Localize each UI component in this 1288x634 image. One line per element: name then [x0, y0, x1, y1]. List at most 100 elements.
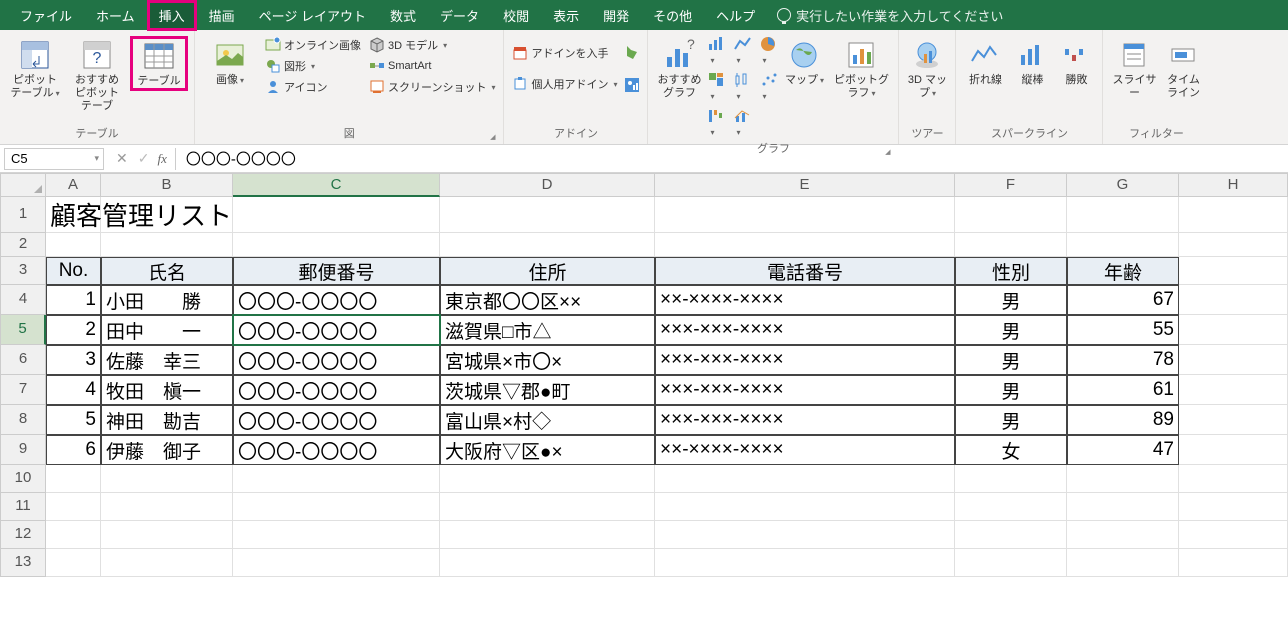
- slicer-button[interactable]: スライサー: [1109, 36, 1159, 102]
- cell[interactable]: 滋賀県□市△: [440, 315, 655, 345]
- cell[interactable]: 男: [955, 285, 1067, 315]
- table-button[interactable]: テーブル: [130, 36, 188, 91]
- tab-developer[interactable]: 開発: [591, 0, 641, 31]
- scatter-chart-button[interactable]: [760, 72, 778, 102]
- cell[interactable]: [101, 521, 233, 549]
- shapes-button[interactable]: 図形: [263, 57, 363, 75]
- cell[interactable]: [233, 493, 440, 521]
- pie-chart-button[interactable]: [760, 36, 778, 66]
- col-header-d[interactable]: D: [440, 173, 655, 197]
- waterfall-chart-button[interactable]: [708, 108, 726, 138]
- cell[interactable]: [955, 197, 1067, 233]
- cell[interactable]: ××-××××-××××: [655, 435, 955, 465]
- cell[interactable]: 47: [1067, 435, 1179, 465]
- icons-button[interactable]: アイコン: [263, 78, 363, 96]
- cell[interactable]: ×××-×××-××××: [655, 345, 955, 375]
- tab-file[interactable]: ファイル: [8, 0, 84, 31]
- combo-chart-button[interactable]: [734, 108, 752, 138]
- my-addins-button[interactable]: 個人用アドイン: [510, 75, 619, 93]
- cell[interactable]: [1179, 465, 1288, 493]
- cell[interactable]: [1067, 465, 1179, 493]
- cell[interactable]: 茨城県▽郡●町: [440, 375, 655, 405]
- screenshot-button[interactable]: スクリーンショット: [367, 78, 497, 96]
- cell[interactable]: 宮城県×市〇×: [440, 345, 655, 375]
- col-header-c[interactable]: C: [233, 173, 440, 197]
- cell[interactable]: 〇〇〇-〇〇〇〇: [233, 345, 440, 375]
- statistic-chart-button[interactable]: [734, 72, 752, 102]
- col-header-g[interactable]: G: [1067, 173, 1179, 197]
- cell[interactable]: [46, 521, 101, 549]
- col-header-a[interactable]: A: [46, 173, 101, 197]
- cell[interactable]: [655, 465, 955, 493]
- cell[interactable]: No.: [46, 257, 101, 285]
- timeline-button[interactable]: タイム ライン: [1163, 36, 1203, 102]
- row-header[interactable]: 2: [0, 233, 46, 257]
- maps-button[interactable]: マップ: [782, 36, 826, 89]
- row-header[interactable]: 12: [0, 521, 46, 549]
- cell[interactable]: [440, 493, 655, 521]
- cell[interactable]: 男: [955, 315, 1067, 345]
- cell[interactable]: [101, 465, 233, 493]
- cell[interactable]: 田中 一: [101, 315, 233, 345]
- pivot-table-button[interactable]: ピボット テーブル: [6, 36, 64, 102]
- cell[interactable]: [440, 233, 655, 257]
- row-header[interactable]: 13: [0, 549, 46, 577]
- row-header[interactable]: 6: [0, 345, 46, 375]
- cell[interactable]: [440, 197, 655, 233]
- cell[interactable]: 男: [955, 405, 1067, 435]
- col-header-f[interactable]: F: [955, 173, 1067, 197]
- cell[interactable]: 〇〇〇-〇〇〇〇: [233, 405, 440, 435]
- cell[interactable]: [233, 233, 440, 257]
- cell[interactable]: 大阪府▽区●×: [440, 435, 655, 465]
- cell[interactable]: [1067, 549, 1179, 577]
- cell[interactable]: 電話番号: [655, 257, 955, 285]
- tab-help[interactable]: ヘルプ: [704, 0, 767, 31]
- cell[interactable]: 5: [46, 405, 101, 435]
- cell[interactable]: ×××-×××-××××: [655, 405, 955, 435]
- tab-pagelayout[interactable]: ページ レイアウト: [247, 0, 378, 31]
- cell[interactable]: [1067, 521, 1179, 549]
- cell[interactable]: 性別: [955, 257, 1067, 285]
- cell[interactable]: 神田 勘吉: [101, 405, 233, 435]
- cell[interactable]: 男: [955, 375, 1067, 405]
- cell[interactable]: 〇〇〇-〇〇〇〇: [233, 315, 440, 345]
- cell[interactable]: [955, 549, 1067, 577]
- cell[interactable]: [1179, 345, 1288, 375]
- cell[interactable]: ××-××××-××××: [655, 285, 955, 315]
- cell[interactable]: [233, 465, 440, 493]
- cell[interactable]: [101, 549, 233, 577]
- cell[interactable]: 67: [1067, 285, 1179, 315]
- tab-home[interactable]: ホーム: [84, 0, 147, 31]
- cell[interactable]: [955, 233, 1067, 257]
- cell[interactable]: [1179, 375, 1288, 405]
- cell[interactable]: [440, 521, 655, 549]
- select-all-corner[interactable]: [0, 173, 46, 197]
- cell[interactable]: [955, 521, 1067, 549]
- pivot-chart-button[interactable]: ピボットグラフ: [830, 36, 892, 102]
- row-header[interactable]: 3: [0, 257, 46, 285]
- cell[interactable]: [1179, 435, 1288, 465]
- cell[interactable]: ×××-×××-××××: [655, 375, 955, 405]
- recommended-pivot-button[interactable]: ? おすすめ ピボットテーブ: [68, 36, 126, 116]
- cell[interactable]: [655, 521, 955, 549]
- cell[interactable]: 伊藤 御子: [101, 435, 233, 465]
- col-header-b[interactable]: B: [101, 173, 233, 197]
- cell[interactable]: [101, 493, 233, 521]
- cell[interactable]: 郵便番号: [233, 257, 440, 285]
- smartart-button[interactable]: SmartArt: [367, 57, 497, 75]
- tab-data[interactable]: データ: [428, 0, 491, 31]
- cell[interactable]: 6: [46, 435, 101, 465]
- 3d-models-button[interactable]: 3D モデル: [367, 36, 497, 54]
- cell[interactable]: [1179, 315, 1288, 345]
- cell[interactable]: 〇〇〇-〇〇〇〇: [233, 285, 440, 315]
- enter-formula-icon[interactable]: ✓: [138, 150, 150, 167]
- cell[interactable]: [46, 493, 101, 521]
- cell[interactable]: 1: [46, 285, 101, 315]
- cell[interactable]: 小田 勝: [101, 285, 233, 315]
- cell[interactable]: [440, 549, 655, 577]
- cell[interactable]: [1179, 285, 1288, 315]
- cell[interactable]: 佐藤 幸三: [101, 345, 233, 375]
- col-header-h[interactable]: H: [1179, 173, 1288, 197]
- cell[interactable]: 61: [1067, 375, 1179, 405]
- tab-other[interactable]: その他: [641, 0, 704, 31]
